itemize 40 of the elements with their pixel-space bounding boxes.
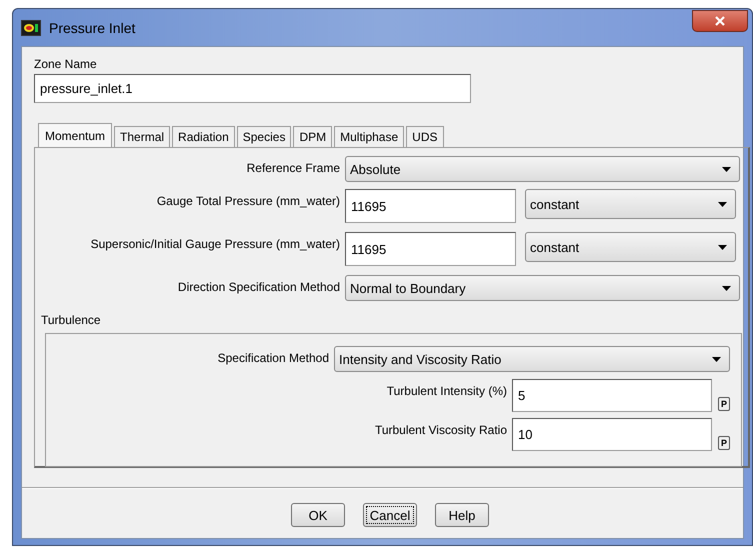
turbulence-label: Turbulence: [41, 313, 102, 327]
dialog-button[interactable]: Help: [435, 503, 489, 527]
tab[interactable]: Species: [236, 126, 292, 147]
tab[interactable]: Thermal: [114, 126, 170, 147]
field-label: Specification Method: [216, 350, 330, 365]
field-label: Supersonic/Initial Gauge Pressure (mm_water): [90, 236, 341, 251]
value-field[interactable]: 11695: [345, 189, 516, 223]
caret-icon: [722, 286, 731, 290]
tab[interactable]: DPM: [293, 126, 332, 147]
tab[interactable]: Momentum: [38, 123, 112, 147]
field-label: Reference Frame: [246, 160, 341, 175]
value-field[interactable]: 10: [512, 418, 712, 451]
caret-icon: [722, 166, 731, 172]
tab[interactable]: Radiation: [172, 126, 235, 147]
parameter-button[interactable]: P: [718, 397, 730, 411]
window-title: Pressure Inlet: [49, 20, 136, 36]
caret-icon: [712, 356, 721, 362]
dropdown[interactable]: Intensity and Viscosity Ratio: [334, 346, 730, 372]
close-icon: [714, 16, 726, 26]
dropdown[interactable]: Absolute: [345, 156, 740, 182]
field-label: Turbulent Intensity (%): [386, 383, 508, 398]
close-button[interactable]: [692, 10, 748, 32]
zone-name-label: Zone Name: [34, 57, 98, 71]
field-label: Direction Specification Method: [176, 279, 341, 294]
tab[interactable]: Multiphase: [334, 126, 404, 147]
dialog-button[interactable]: OK: [291, 503, 345, 527]
dialog-button[interactable]: Cancel: [363, 503, 417, 527]
tab[interactable]: UDS: [406, 126, 444, 147]
caret-icon: [718, 244, 727, 250]
value-field[interactable]: 5: [512, 379, 712, 412]
parameter-button[interactable]: P: [718, 436, 730, 450]
value-field[interactable]: 11695: [345, 232, 516, 266]
app-icon: [21, 20, 41, 36]
field-label: Gauge Total Pressure (mm_water): [156, 193, 341, 208]
dropdown[interactable]: constant: [525, 232, 736, 262]
field-label: Turbulent Viscosity Ratio: [374, 422, 508, 437]
dropdown[interactable]: Normal to Boundary: [345, 275, 740, 301]
caret-icon: [718, 202, 727, 206]
zone-name-field[interactable]: pressure_inlet.1: [34, 74, 471, 103]
dropdown[interactable]: constant: [525, 189, 736, 219]
